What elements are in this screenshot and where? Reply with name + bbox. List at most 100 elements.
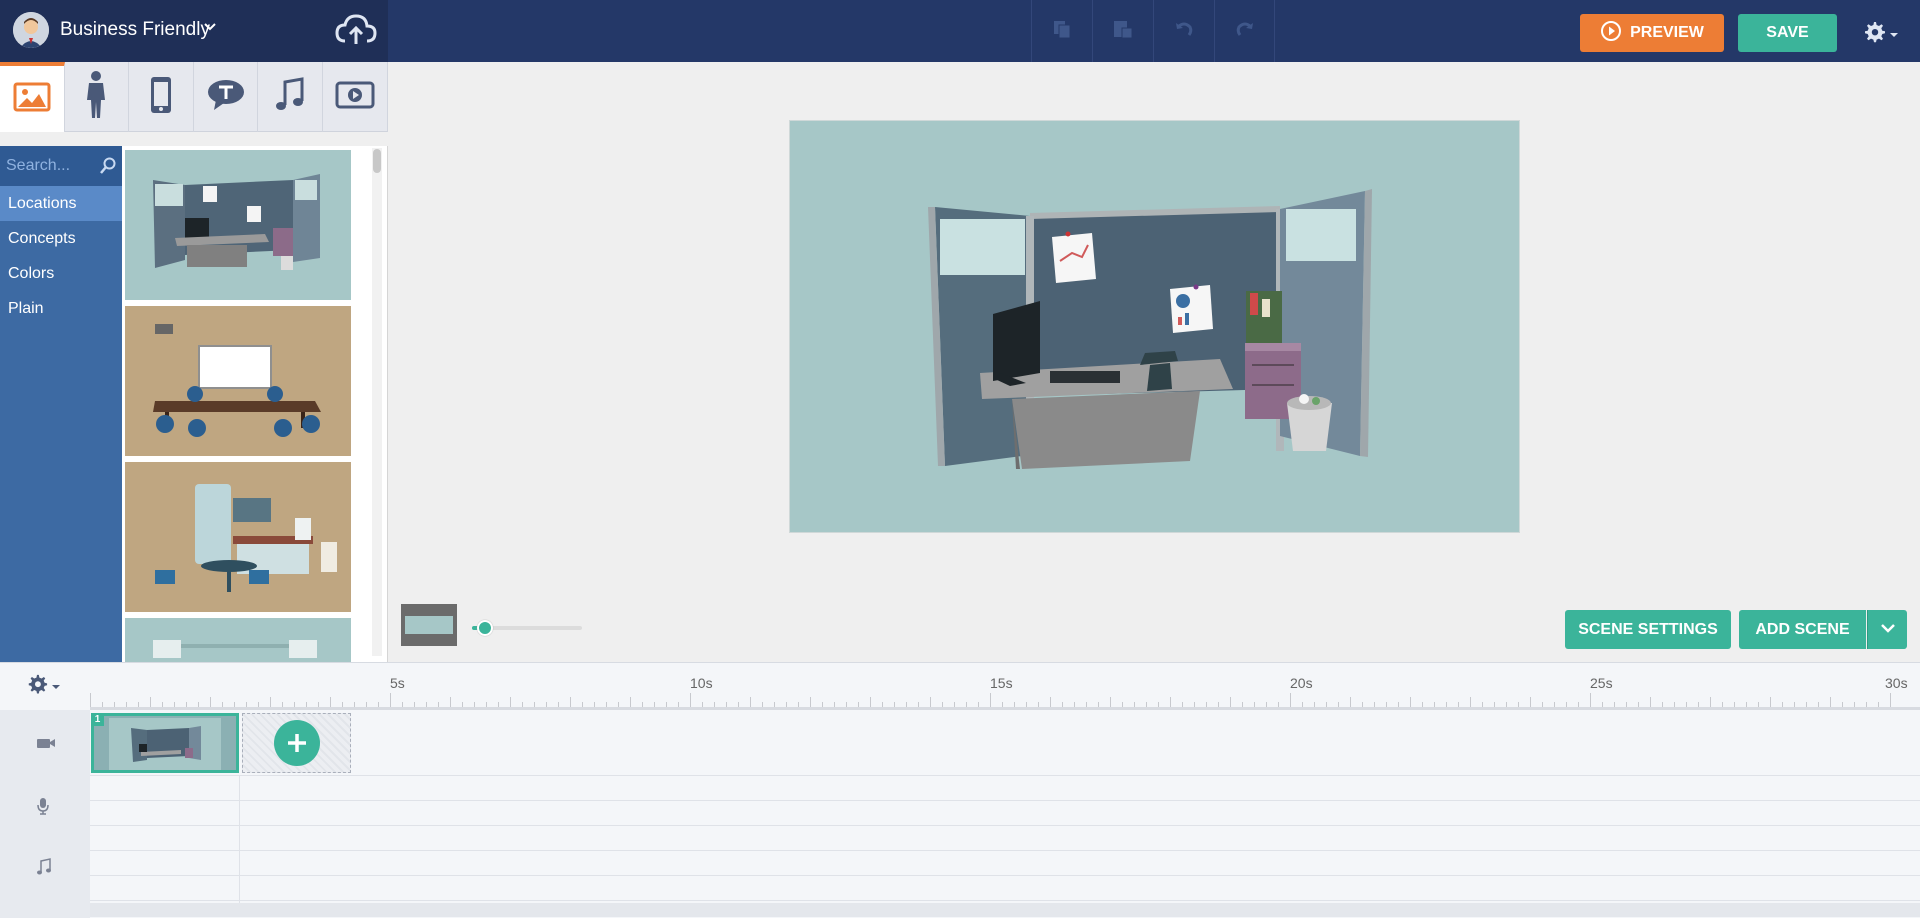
- ruler-tick: [522, 702, 523, 707]
- ruler-tick: [1674, 702, 1675, 707]
- ruler-tick: [330, 697, 331, 707]
- scene-settings-button[interactable]: SCENE SETTINGS: [1565, 610, 1731, 649]
- ruler-tick: [1470, 697, 1471, 707]
- undo-button[interactable]: [1153, 0, 1214, 62]
- ruler-tick: [630, 697, 631, 707]
- ruler-tick: [534, 702, 535, 707]
- search-icon[interactable]: [100, 157, 116, 180]
- settings-menu[interactable]: [1862, 20, 1899, 49]
- plus-circle-icon[interactable]: [273, 720, 320, 766]
- ruler-tick: [1578, 702, 1579, 707]
- ruler-tick: [570, 697, 571, 707]
- zoom-slider[interactable]: [472, 620, 582, 636]
- ruler-tick: [1482, 702, 1483, 707]
- ruler-tick: [1890, 693, 1891, 707]
- edit-toolbar: [1031, 0, 1275, 62]
- tab-music[interactable]: [258, 62, 323, 132]
- ruler-tick: [1722, 702, 1723, 707]
- chevron-down-icon[interactable]: [203, 20, 217, 39]
- ruler-tick: [1686, 702, 1687, 707]
- ruler-tick: [1638, 702, 1639, 707]
- thumbnail-break-room[interactable]: [125, 462, 351, 612]
- ruler-tick: [162, 702, 163, 707]
- ruler-tick: [1782, 702, 1783, 707]
- track-divider: [90, 900, 1920, 901]
- ruler-tick: [1170, 697, 1171, 707]
- ruler-tick: [210, 697, 211, 707]
- mini-thumbnail-image: [405, 616, 453, 634]
- ruler-tick: [126, 702, 127, 707]
- add-scene-button[interactable]: ADD SCENE: [1739, 610, 1866, 649]
- scene-canvas[interactable]: [789, 120, 1520, 533]
- ruler-tick: [354, 702, 355, 707]
- tab-text[interactable]: [194, 62, 259, 132]
- category-item-plain[interactable]: Plain: [0, 291, 122, 326]
- tab-backgrounds[interactable]: [0, 62, 65, 132]
- ruler-tick: [942, 702, 943, 707]
- category-item-concepts[interactable]: Concepts: [0, 221, 122, 256]
- ruler-tick: [1314, 702, 1315, 707]
- avatar: [13, 12, 49, 48]
- thumbnail-conference-room[interactable]: [125, 306, 351, 456]
- ruler-tick: [318, 702, 319, 707]
- ruler-tick: [1650, 697, 1651, 707]
- category-item-colors[interactable]: Colors: [0, 256, 122, 291]
- ruler-tick: [930, 697, 931, 707]
- track-divider: [90, 775, 1920, 776]
- ruler-label-25s: 25s: [1590, 675, 1613, 691]
- ruler-tick: [774, 702, 775, 707]
- tab-characters[interactable]: [65, 62, 130, 132]
- scrollbar-handle[interactable]: [373, 149, 381, 173]
- project-title[interactable]: Business Friendly: [60, 19, 210, 41]
- ruler-tick: [1422, 702, 1423, 707]
- ruler-tick: [798, 702, 799, 707]
- ruler-tick: [270, 697, 271, 707]
- ruler-tick: [198, 702, 199, 707]
- preview-button[interactable]: PREVIEW: [1580, 14, 1724, 52]
- ruler-tick: [1278, 702, 1279, 707]
- cloud-upload-icon[interactable]: [334, 12, 378, 53]
- microphone-icon: [36, 797, 50, 820]
- category-item-locations[interactable]: Locations: [0, 186, 122, 221]
- ruler-tick: [1386, 702, 1387, 707]
- time-ruler[interactable]: 5s 10s 15s 20s 25s 30s: [90, 663, 1920, 710]
- add-scene-placeholder[interactable]: [242, 713, 351, 773]
- paste-icon: [1112, 18, 1134, 45]
- paste-button[interactable]: [1092, 0, 1153, 62]
- timeline-scrollbar[interactable]: [90, 903, 1920, 917]
- ruler-tick: [1842, 702, 1843, 707]
- ruler-tick: [1254, 702, 1255, 707]
- search-input[interactable]: [6, 156, 96, 176]
- ruler-tick: [138, 702, 139, 707]
- ruler-tick: [1038, 702, 1039, 707]
- ruler-tick: [1218, 702, 1219, 707]
- ruler-tick: [426, 702, 427, 707]
- ruler-tick: [726, 702, 727, 707]
- ruler-tick: [1050, 697, 1051, 707]
- tab-video[interactable]: [323, 62, 388, 132]
- ruler-label-15s: 15s: [990, 675, 1013, 691]
- ruler-tick: [1194, 702, 1195, 707]
- ruler-tick: [1350, 697, 1351, 707]
- ruler-tick: [1566, 702, 1567, 707]
- ruler-tick: [1206, 702, 1207, 707]
- add-scene-dropdown[interactable]: [1867, 610, 1907, 649]
- ruler-tick: [1182, 702, 1183, 707]
- project-menu[interactable]: Business Friendly: [0, 0, 388, 62]
- scene-mini-thumbnail[interactable]: [401, 604, 457, 646]
- ruler-tick: [366, 702, 367, 707]
- ruler-tick: [1110, 697, 1111, 707]
- redo-button[interactable]: [1214, 0, 1275, 62]
- timeline-settings[interactable]: [26, 673, 61, 700]
- tab-props[interactable]: [129, 62, 194, 132]
- thumbnail-scrollbar[interactable]: [372, 148, 382, 656]
- ruler-tick: [1074, 702, 1075, 707]
- timeline: 5s 10s 15s 20s 25s 30s 1: [0, 662, 1920, 918]
- save-button[interactable]: SAVE: [1738, 14, 1837, 52]
- ruler-tick: [858, 702, 859, 707]
- scene-clip[interactable]: 1: [91, 713, 239, 773]
- copy-button[interactable]: [1031, 0, 1092, 62]
- thumbnail-office-cubicle[interactable]: [125, 150, 351, 300]
- zoom-slider-handle[interactable]: [477, 620, 493, 636]
- thumbnail-lobby[interactable]: [125, 618, 351, 662]
